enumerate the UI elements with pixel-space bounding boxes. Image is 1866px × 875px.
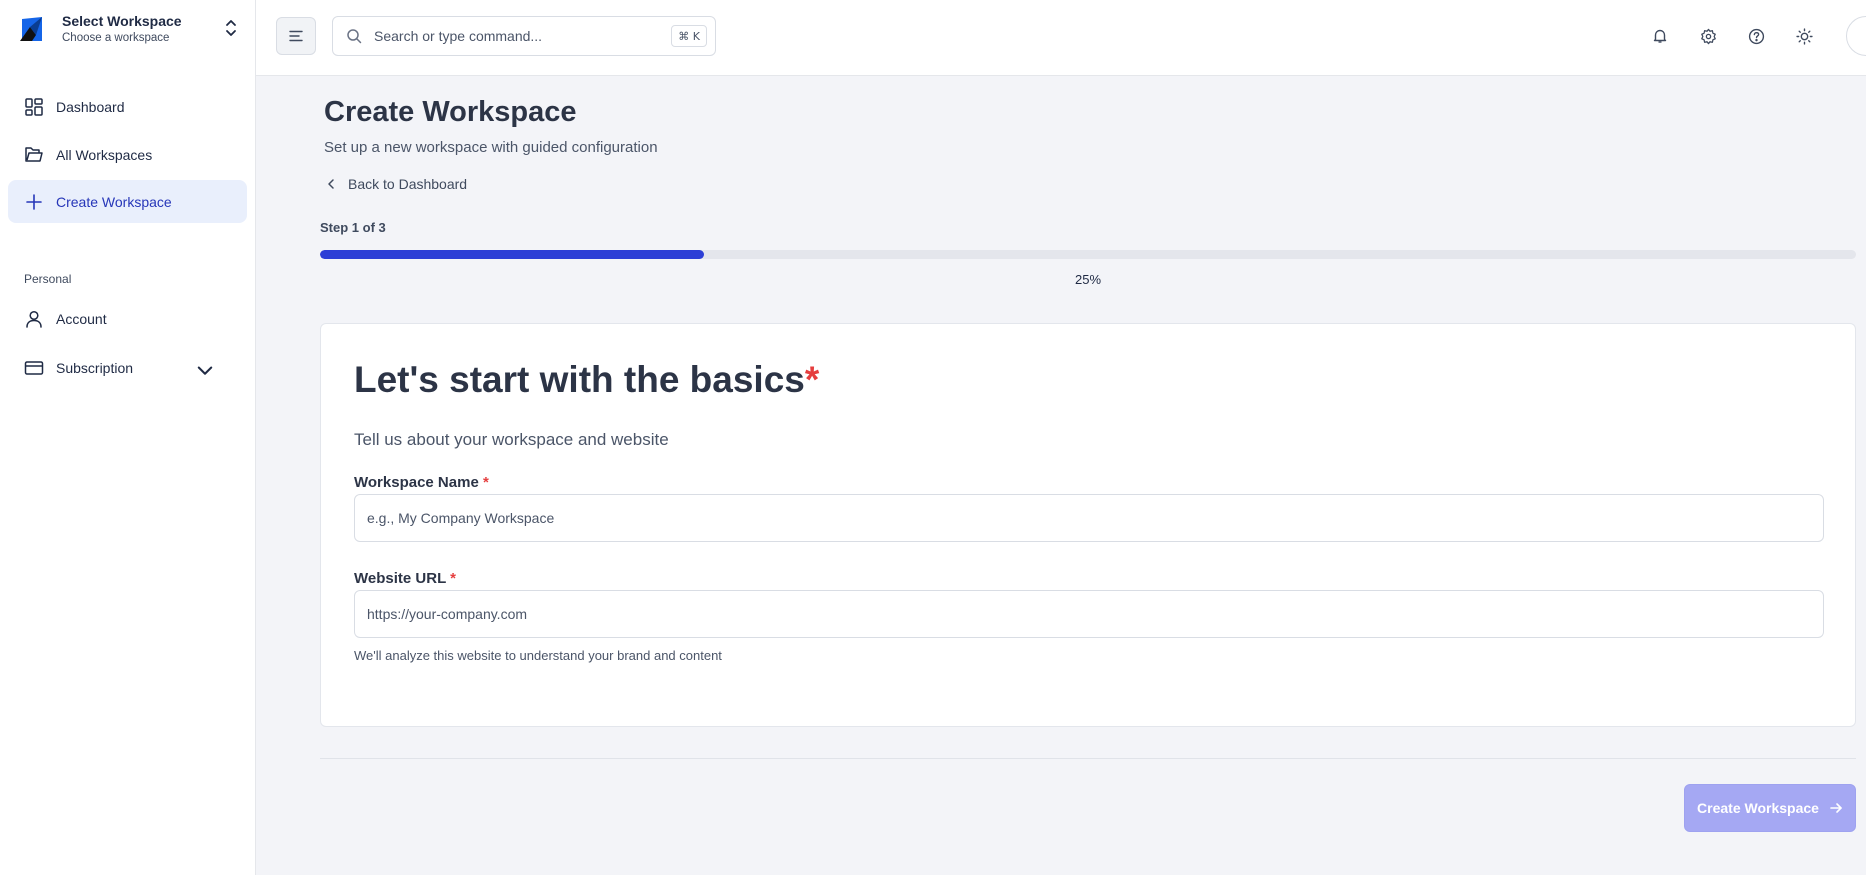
folder-icon <box>25 146 43 162</box>
sidebar-item-all-workspaces[interactable]: All Workspaces <box>8 133 247 176</box>
workspace-switcher[interactable]: Select Workspace Choose a workspace <box>0 0 256 58</box>
credit-card-icon <box>24 360 44 375</box>
app-logo-icon <box>20 17 42 41</box>
chevron-up-down-icon <box>226 20 236 36</box>
gear-icon <box>1700 28 1716 44</box>
step-indicator: Step 1 of 3 <box>320 220 386 235</box>
back-link-label: Back to Dashboard <box>348 176 468 192</box>
workspace-name-input[interactable] <box>354 494 1824 542</box>
create-workspace-button[interactable]: Create Workspace <box>1684 784 1856 832</box>
required-mark: * <box>482 474 489 491</box>
sidebar-item-dashboard[interactable]: Dashboard <box>8 85 247 128</box>
chevron-down-icon[interactable] <box>195 360 215 380</box>
settings-button[interactable] <box>1696 24 1720 48</box>
sidebar-item-label: All Workspaces <box>56 146 153 163</box>
progress-fill <box>320 250 704 259</box>
user-icon <box>26 310 42 328</box>
arrow-right-icon <box>1830 803 1842 813</box>
search-box[interactable]: ⌘ K <box>332 16 716 56</box>
sidebar: Select Workspace Choose a workspace Dash… <box>0 0 256 875</box>
page-title: Create Workspace <box>324 96 577 128</box>
theme-toggle-button[interactable] <box>1792 24 1816 48</box>
create-workspace-button-label: Create Workspace <box>1697 800 1819 816</box>
workspace-name-label: Workspace Name * <box>354 474 489 491</box>
sun-icon <box>1795 27 1813 45</box>
search-icon <box>347 29 362 44</box>
form-subtitle: Tell us about your workspace and website <box>354 430 669 449</box>
website-url-label: Website URL * <box>354 570 456 587</box>
sidebar-item-label: Subscription <box>56 359 134 376</box>
plus-icon <box>26 193 42 210</box>
workspace-switcher-title: Select Workspace <box>62 13 182 29</box>
sidebar-item-label: Create Workspace <box>56 193 172 210</box>
website-url-input[interactable] <box>354 590 1824 638</box>
field-label-text: Workspace Name <box>354 474 479 491</box>
search-input[interactable] <box>374 28 654 44</box>
dashboard-icon <box>25 97 43 116</box>
sidebar-item-label: Account <box>56 310 107 327</box>
website-url-hint: We'll analyze this website to understand… <box>354 648 722 663</box>
bell-icon <box>1653 29 1667 43</box>
help-button[interactable] <box>1744 24 1768 48</box>
progress-percent: 25% <box>1075 272 1102 287</box>
topbar: ⌘ K <box>256 0 1866 76</box>
field-label-text: Website URL <box>354 570 446 587</box>
sidebar-item-create-workspace[interactable]: Create Workspace <box>8 180 247 223</box>
back-to-dashboard-link[interactable]: Back to Dashboard <box>324 176 467 192</box>
workspace-switcher-subtitle: Choose a workspace <box>62 32 170 44</box>
avatar[interactable] <box>1846 16 1866 56</box>
form-title: Let's start with the basics* <box>354 359 819 401</box>
section-label-personal: Personal <box>24 272 72 286</box>
sidebar-item-subscription[interactable]: Subscription <box>8 346 247 389</box>
required-mark: * <box>450 570 456 587</box>
sidebar-item-label: Dashboard <box>56 98 125 115</box>
progress-bar <box>320 250 1856 259</box>
chevron-left-icon <box>328 179 334 189</box>
form-title-text: Let's start with the basics <box>354 359 805 400</box>
sidebar-toggle-button[interactable] <box>276 17 316 55</box>
required-mark: * <box>804 359 820 400</box>
menu-icon <box>289 30 303 42</box>
sidebar-item-account[interactable]: Account <box>8 297 247 340</box>
notifications-button[interactable] <box>1648 24 1672 48</box>
workspace-form-card: Let's start with the basics* Tell us abo… <box>320 323 1856 727</box>
page-subtitle: Set up a new workspace with guided confi… <box>324 139 658 156</box>
shortcut-badge: ⌘ K <box>671 25 707 47</box>
divider <box>320 758 1856 759</box>
help-icon <box>1748 28 1764 44</box>
